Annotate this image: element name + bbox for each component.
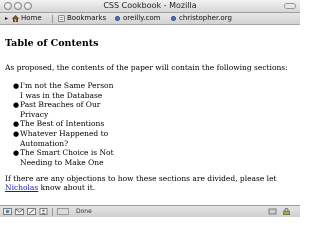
statusbar-separator [52, 208, 53, 216]
closing-text-start: If there are any objections to how these… [5, 174, 277, 183]
list-item: ●Past Breaches of Our Privacy [13, 100, 116, 119]
list-item-text: The Best of Intentions [20, 119, 105, 128]
list-item-text: Past Breaches of Our Privacy [20, 100, 101, 119]
bookmark-label: Bookmarks [67, 14, 107, 22]
author-link[interactable]: Nicholas [5, 183, 38, 192]
status-text: Done [76, 208, 92, 215]
navigator-icon[interactable] [3, 208, 12, 215]
bookmarks-toolbar: ▸ Home Bookmarks oreilly.com christopher… [0, 13, 300, 25]
house-icon [12, 15, 19, 22]
closing-paragraph: If there are any objections to how these… [5, 174, 297, 192]
bookmark-label: christopher.org [179, 14, 232, 22]
bullet-icon: ● [13, 82, 20, 90]
address-book-icon[interactable] [39, 208, 48, 215]
page-heading: Table of Contents [5, 38, 99, 49]
page-content: Table of Contents As proposed, the conte… [0, 25, 300, 205]
bullet-icon: ● [13, 149, 20, 157]
list-item-text: Whatever Happened to Automation? [20, 129, 109, 148]
progress-meter [57, 208, 69, 215]
bullet-icon: ● [13, 120, 20, 128]
bookmarks-icon [58, 15, 65, 22]
bullet-icon: ● [13, 130, 20, 138]
bookmark-home[interactable]: Home [12, 13, 42, 24]
bullet-icon: ● [13, 101, 20, 109]
browser-window: CSS Cookbook - Mozilla ▸ Home Bookmarks [0, 0, 300, 217]
online-status-icon[interactable] [268, 208, 277, 215]
security-lock-icon[interactable] [282, 208, 291, 215]
composer-icon[interactable] [27, 208, 36, 215]
bookmark-label: oreilly.com [123, 14, 161, 22]
toc-list: ●I'm not the Same Person I was in the Da… [6, 81, 116, 167]
status-bar: Done [0, 205, 300, 217]
intro-paragraph: As proposed, the contents of the paper w… [5, 63, 288, 72]
link-icon [170, 15, 177, 22]
disclosure-triangle-icon[interactable]: ▸ [3, 13, 10, 24]
list-item: ●The Smart Choice is Not Needing to Make… [13, 148, 116, 167]
bookmark-christopher[interactable]: christopher.org [170, 13, 232, 24]
window-title: CSS Cookbook - Mozilla [103, 1, 197, 10]
mail-icon[interactable] [15, 208, 24, 215]
bookmark-oreilly[interactable]: oreilly.com [114, 13, 160, 24]
list-item-text: The Smart Choice is Not Needing to Make … [20, 148, 114, 167]
toolbar-separator [52, 15, 53, 23]
bookmark-label: Home [21, 14, 42, 22]
closing-text-end: know about it. [38, 183, 96, 192]
toolbar-toggle-button[interactable] [284, 3, 296, 9]
list-item: ●Whatever Happened to Automation? [13, 129, 116, 148]
list-item-text: I'm not the Same Person I was in the Dat… [20, 81, 114, 100]
list-item: ●The Best of Intentions [13, 119, 116, 129]
link-icon [114, 15, 121, 22]
bookmark-bookmarks[interactable]: Bookmarks [58, 13, 106, 24]
title-bar[interactable]: CSS Cookbook - Mozilla [0, 0, 300, 13]
list-item: ●I'm not the Same Person I was in the Da… [13, 81, 116, 100]
